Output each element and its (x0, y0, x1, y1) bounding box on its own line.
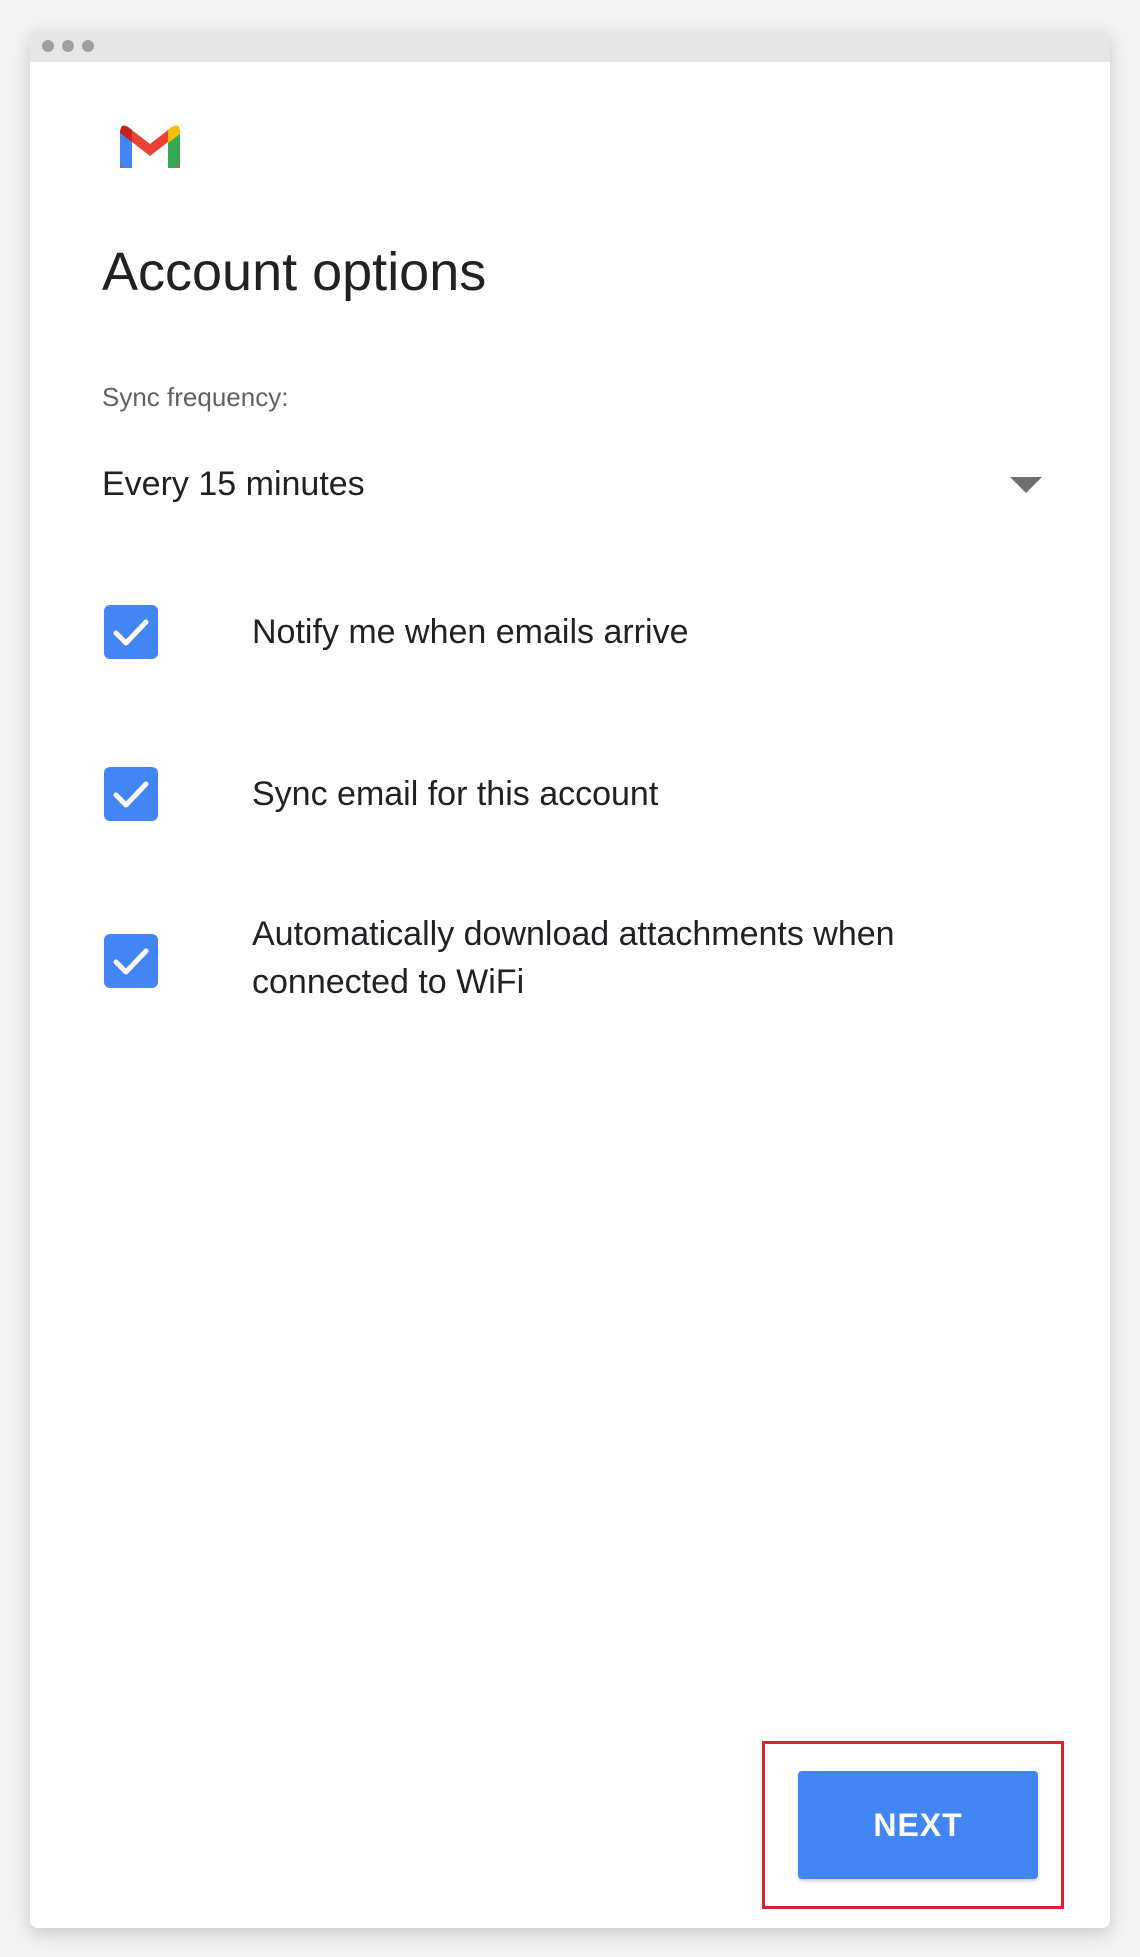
option-notify[interactable]: Notify me when emails arrive (102, 605, 1042, 665)
sync-frequency-value: Every 15 minutes (102, 465, 365, 503)
sync-email-checkbox[interactable] (104, 767, 158, 821)
notify-checkbox[interactable] (104, 605, 158, 659)
page-title: Account options (102, 242, 487, 302)
gmail-logo-icon (116, 118, 184, 170)
window-dot-1 (42, 40, 54, 52)
sync-frequency-dropdown[interactable]: Every 15 minutes (102, 455, 1042, 515)
option-auto-download[interactable]: Automatically download attachments when … (102, 910, 1042, 1020)
notify-label: Notify me when emails arrive (252, 613, 689, 651)
next-button[interactable]: NEXT (798, 1771, 1038, 1879)
checkmark-icon (113, 781, 149, 808)
window-dot-2 (62, 40, 74, 52)
auto-download-label: Automatically download attachments when … (252, 915, 895, 1001)
option-sync-email[interactable]: Sync email for this account (102, 767, 1042, 827)
window-dot-3 (82, 40, 94, 52)
sync-frequency-label: Sync frequency: (102, 382, 289, 412)
sync-email-label: Sync email for this account (252, 775, 659, 813)
caret-down-icon (1010, 477, 1042, 493)
app-window: Account options Sync frequency: Every 15… (30, 30, 1110, 1928)
checkmark-icon (113, 619, 149, 646)
window-titlebar (30, 30, 1110, 62)
checkmark-icon (113, 948, 149, 975)
auto-download-checkbox[interactable] (104, 934, 158, 988)
